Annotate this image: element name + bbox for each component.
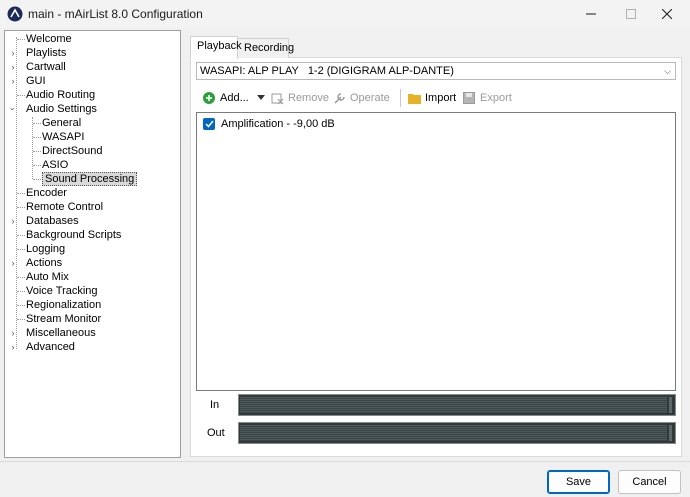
enable-checkbox[interactable]	[203, 118, 215, 130]
chevron-down-icon[interactable]: ›	[6, 105, 20, 113]
output-level-meter	[238, 422, 676, 444]
meter-peak	[669, 425, 672, 441]
chevron-down-icon: ⌵	[664, 66, 671, 76]
remove-icon	[270, 91, 284, 105]
maximize-button[interactable]	[614, 0, 648, 28]
tree-item-general[interactable]: General	[33, 116, 81, 130]
minimize-icon	[586, 13, 596, 15]
tree-item-encoder[interactable]: Encoder	[13, 186, 67, 200]
plus-circle-icon	[202, 91, 216, 105]
meter-peak	[669, 397, 672, 413]
meter-in-label: In	[210, 399, 220, 411]
chevron-right-icon[interactable]: ›	[9, 46, 17, 60]
tree-item-auto-mix[interactable]: Auto Mix	[13, 270, 69, 284]
output-device-value: WASAPI: ALP PLAY 1-2 (DIGIGRAM ALP-DANTE…	[200, 65, 454, 77]
minimize-button[interactable]	[574, 0, 608, 28]
list-item[interactable]: Amplification - -9,00 dB	[203, 116, 335, 132]
tab-playback[interactable]: Playback	[190, 36, 242, 59]
chevron-right-icon[interactable]: ›	[9, 326, 17, 340]
operate-button[interactable]: Operate	[332, 88, 390, 108]
wrench-icon	[332, 91, 346, 105]
input-level-meter	[238, 394, 676, 416]
add-button[interactable]: Add...	[202, 88, 249, 108]
checkmark-icon	[204, 120, 214, 128]
settings-tree[interactable]: Welcome › Playlists › Cartwall › GUI Aud…	[4, 30, 181, 458]
tree-item-miscellaneous[interactable]: › Miscellaneous	[9, 326, 96, 340]
tree-item-sound-processing[interactable]: Sound Processing	[33, 172, 138, 186]
chevron-right-icon[interactable]: ›	[9, 256, 17, 270]
tree-item-background-scripts[interactable]: Background Scripts	[13, 228, 121, 242]
tree-item-cartwall[interactable]: › Cartwall	[9, 60, 66, 74]
chevron-right-icon[interactable]: ›	[9, 340, 17, 354]
tree-item-directsound[interactable]: DirectSound	[33, 144, 103, 158]
tree-item-remote-control[interactable]: Remote Control	[13, 200, 103, 214]
close-button[interactable]	[650, 0, 684, 28]
processor-label: Amplification - -9,00 dB	[221, 118, 335, 130]
processor-list[interactable]: Amplification - -9,00 dB	[196, 112, 676, 391]
tree-item-welcome[interactable]: Welcome	[13, 32, 72, 46]
chevron-right-icon[interactable]: ›	[9, 214, 17, 228]
tree-item-advanced[interactable]: › Advanced	[9, 340, 75, 354]
maximize-icon	[626, 9, 636, 19]
close-icon	[662, 9, 672, 19]
tree-item-playlists[interactable]: › Playlists	[9, 46, 67, 60]
save-button[interactable]: Save	[547, 470, 610, 494]
tree-item-logging[interactable]: Logging	[13, 242, 65, 256]
toolbar-separator	[400, 89, 401, 107]
tree-item-audio-routing[interactable]: Audio Routing	[13, 88, 95, 102]
folder-icon	[407, 91, 421, 105]
meter-bar	[240, 425, 667, 441]
title-bar: main - mAirList 8.0 Configuration	[0, 0, 690, 28]
tree-item-wasapi[interactable]: WASAPI	[33, 130, 84, 144]
meter-bar	[240, 397, 667, 413]
tree-item-stream-monitor[interactable]: Stream Monitor	[13, 312, 101, 326]
tree-item-actions[interactable]: › Actions	[9, 256, 63, 270]
meter-out-label: Out	[207, 427, 225, 439]
tree-item-databases[interactable]: › Databases	[9, 214, 79, 228]
remove-button[interactable]: Remove	[270, 88, 329, 108]
tree-item-asio[interactable]: ASIO	[33, 158, 68, 172]
import-button[interactable]: Import	[407, 88, 456, 108]
cancel-button[interactable]: Cancel	[618, 470, 681, 494]
window-title: main - mAirList 8.0 Configuration	[28, 7, 203, 21]
tree-item-audio-settings[interactable]: › Audio Settings	[6, 102, 97, 116]
tree-item-gui[interactable]: › GUI	[9, 74, 46, 88]
export-button[interactable]: Export	[462, 88, 512, 108]
add-dropdown-button[interactable]	[257, 88, 265, 108]
tree-item-voice-tracking[interactable]: Voice Tracking	[13, 284, 98, 298]
save-disk-icon	[462, 91, 476, 105]
chevron-right-icon[interactable]: ›	[9, 74, 17, 88]
dropdown-arrow-icon	[257, 95, 265, 100]
chevron-right-icon[interactable]: ›	[9, 60, 17, 74]
output-device-select[interactable]: WASAPI: ALP PLAY 1-2 (DIGIGRAM ALP-DANTE…	[196, 62, 676, 80]
tab-recording[interactable]: Recording	[237, 38, 294, 58]
mairlist-logo-icon	[7, 6, 23, 22]
tree-item-regionalization[interactable]: Regionalization	[13, 298, 101, 312]
